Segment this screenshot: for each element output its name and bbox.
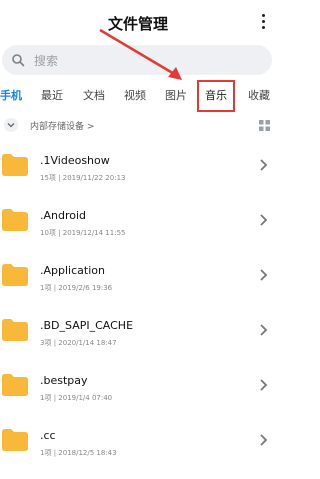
modified-date: 2020/1/14 18:47 (58, 339, 117, 347)
page-title: 文件管理 (107, 15, 168, 33)
folder-name: .Application (40, 264, 105, 277)
folder-meta: 1项 | 2018/12/5 18:43 (40, 449, 117, 457)
list-item[interactable]: .bestpay 1项 | 2019/1/4 07:40 (0, 362, 276, 417)
chevron-right-icon (260, 214, 268, 226)
folder-meta: 1项 | 2019/1/4 07:40 (40, 394, 113, 402)
folder-name: .1Videoshow (40, 154, 110, 167)
chevron-right-icon (260, 324, 268, 336)
folder-icon (2, 319, 28, 341)
more-vertical-icon[interactable] (260, 14, 266, 32)
search-bar[interactable] (2, 45, 272, 77)
chevron-right-icon (260, 379, 268, 391)
list-item[interactable]: .cc 1项 | 2018/12/5 18:43 (0, 417, 276, 472)
modified-date: 2019/2/6 19:36 (58, 284, 113, 292)
category-tabs: 手机 最近 文档 视频 图片 音乐 收藏 (0, 80, 276, 112)
folder-name: .cc (40, 429, 56, 442)
item-count: 3项 (40, 339, 52, 347)
folder-name: .Android (40, 209, 87, 222)
tab-videos[interactable]: 视频 (124, 88, 146, 104)
item-count: 10项 (40, 229, 56, 237)
app-header: 文件管理 (0, 0, 276, 46)
tab-documents[interactable]: 文档 (83, 88, 105, 104)
folder-meta: 10项 | 2019/12/14 11:55 (40, 229, 126, 237)
item-count: 1项 (40, 394, 52, 402)
modified-date: 2019/1/4 07:40 (58, 394, 113, 402)
folder-icon (2, 154, 28, 176)
tab-recent[interactable]: 最近 (41, 88, 63, 104)
folder-icon (2, 264, 28, 286)
chevron-right-icon (260, 159, 268, 171)
list-item[interactable]: .BD_SAPI_CACHE 3项 | 2020/1/14 18:47 (0, 307, 276, 362)
grid-view-icon[interactable] (259, 120, 270, 131)
chevron-right-icon (260, 434, 268, 446)
folder-icon (2, 209, 28, 231)
item-count: 1项 (40, 449, 52, 457)
item-count: 1项 (40, 284, 52, 292)
list-item[interactable]: .Android 10项 | 2019/12/14 11:55 (0, 197, 276, 252)
tab-favorites[interactable]: 收藏 (248, 88, 270, 104)
list-item[interactable]: .1Videoshow 15项 | 2019/11/22 20:13 (0, 142, 276, 197)
tab-phone[interactable]: 手机 (0, 88, 22, 104)
list-item[interactable]: .Application 1项 | 2019/2/6 19:36 (0, 252, 276, 307)
tab-music[interactable]: 音乐 (197, 80, 235, 112)
folder-name: .BD_SAPI_CACHE (40, 319, 134, 332)
chevron-down-icon[interactable] (4, 118, 18, 132)
search-icon (12, 54, 25, 67)
tab-images[interactable]: 图片 (165, 88, 187, 104)
folder-meta: 1项 | 2019/2/6 19:36 (40, 284, 113, 292)
chevron-right-icon (260, 269, 268, 281)
modified-date: 2018/12/5 18:43 (58, 449, 117, 457)
folder-meta: 15项 | 2019/11/22 20:13 (40, 174, 126, 182)
folder-meta: 3项 | 2020/1/14 18:47 (40, 339, 117, 347)
modified-date: 2019/11/22 20:13 (62, 174, 126, 182)
folder-name: .bestpay (40, 374, 88, 387)
folder-icon (2, 429, 28, 451)
item-count: 15项 (40, 174, 56, 182)
modified-date: 2019/12/14 11:55 (62, 229, 126, 237)
storage-location[interactable]: 内部存储设备 > (0, 118, 276, 136)
search-input[interactable] (32, 45, 256, 77)
storage-breadcrumb[interactable]: 内部存储设备 > (30, 119, 94, 132)
folder-icon (2, 374, 28, 396)
